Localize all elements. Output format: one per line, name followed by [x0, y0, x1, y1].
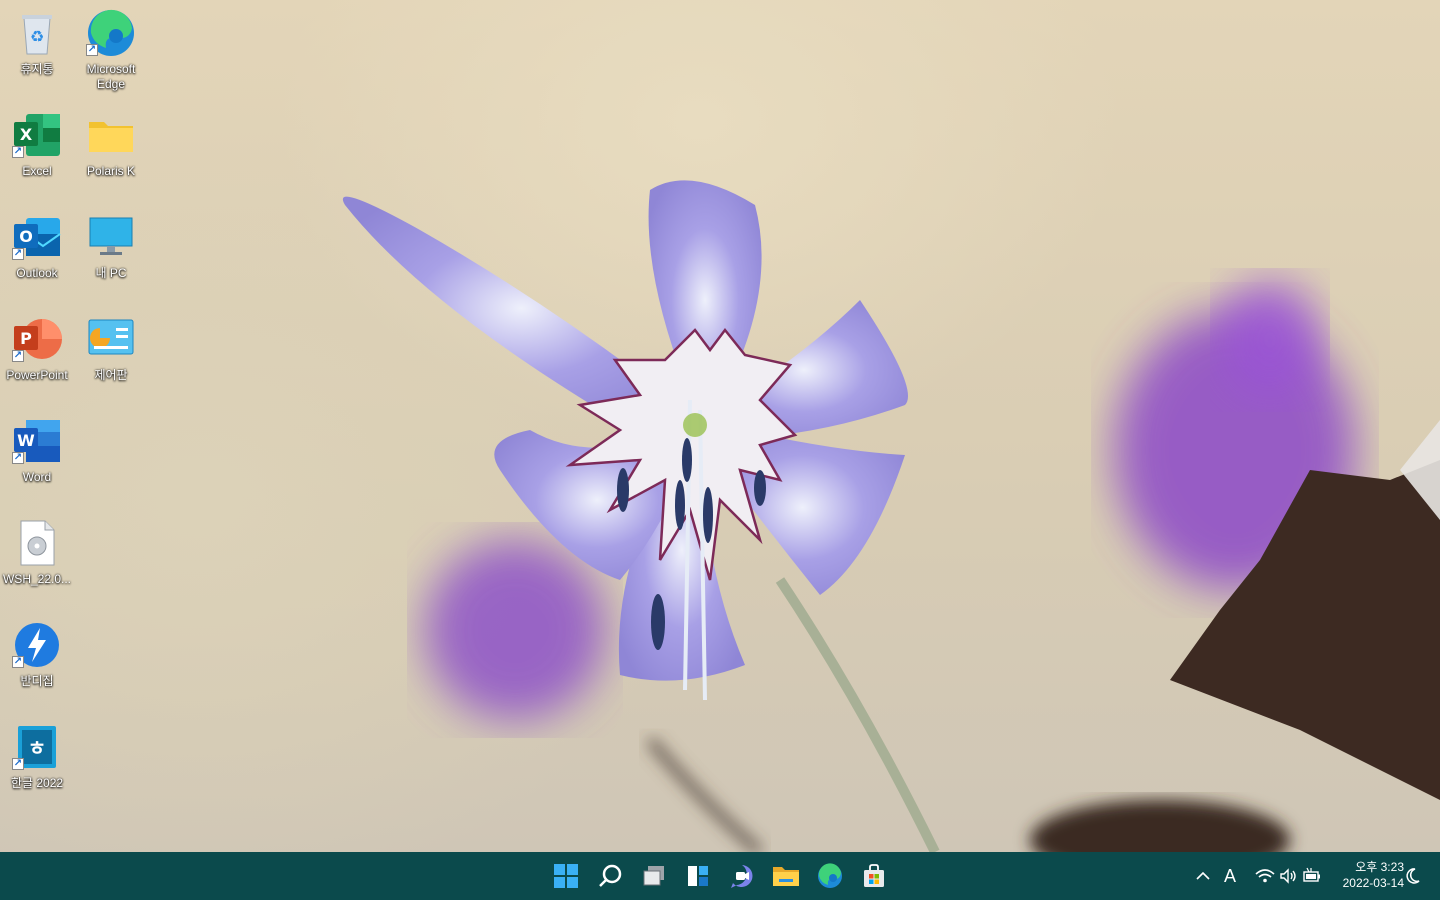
- start-icon: [554, 864, 578, 888]
- monitor-icon: [86, 212, 136, 262]
- desktop-icon-bandizip[interactable]: ↗ 반디집: [0, 616, 74, 712]
- shortcut-arrow-icon: ↗: [86, 44, 98, 56]
- outlook-icon: O ↗: [12, 212, 62, 262]
- shortcut-arrow-icon: ↗: [12, 656, 24, 668]
- desktop-icon-microsoft-edge[interactable]: ↗ Microsoft Edge: [74, 4, 148, 100]
- desktop-icon-outlook[interactable]: O ↗ Outlook: [0, 208, 74, 304]
- store-button[interactable]: [854, 856, 894, 896]
- start-button[interactable]: [546, 856, 586, 896]
- desktop-icon-recycle-bin[interactable]: ♻ 휴지통: [0, 4, 74, 100]
- desktop-icon-label: 휴지통: [20, 62, 54, 76]
- desktop-icon-label: Excel: [22, 164, 52, 178]
- widgets-icon: [688, 866, 708, 886]
- desktop-icon-excel[interactable]: X ↗ Excel: [0, 106, 74, 202]
- desktop-icon-label: WSH_22.0...: [2, 572, 72, 586]
- chat-icon: [731, 865, 753, 888]
- desktop-icon-label: PowerPoint: [6, 368, 68, 382]
- battery-icon: [1303, 867, 1320, 882]
- svg-text:♻: ♻: [30, 27, 44, 46]
- task-view-icon: [643, 866, 664, 886]
- input-method-indicator[interactable]: A: [1219, 864, 1241, 888]
- bandizip-icon: ↗: [12, 620, 62, 670]
- shortcut-arrow-icon: ↗: [12, 146, 24, 158]
- edge-taskbar-button[interactable]: [810, 856, 850, 896]
- svg-text:X: X: [20, 125, 33, 144]
- desktop-icon-word[interactable]: W ↗ Word: [0, 412, 74, 508]
- quick-settings-button[interactable]: [1250, 864, 1326, 888]
- clock-button[interactable]: 오후 3:23 2022-03-14: [1326, 859, 1404, 891]
- edge-icon: [818, 863, 842, 888]
- desktop-icon-control-panel[interactable]: 제어판: [74, 310, 148, 406]
- search-button[interactable]: [590, 856, 630, 896]
- desktop-icon-label: Polaris K: [86, 164, 136, 178]
- store-icon: [864, 864, 884, 887]
- focus-assist-moon-icon: [1406, 868, 1420, 884]
- notifications-button[interactable]: [1402, 864, 1424, 888]
- powerpoint-icon: P ↗: [12, 314, 62, 364]
- volume-icon: [1280, 868, 1296, 884]
- disc-image-file-icon: [12, 518, 62, 568]
- shortcut-arrow-icon: ↗: [12, 248, 24, 260]
- task-view-button[interactable]: [634, 856, 674, 896]
- wifi-icon: [1255, 869, 1275, 883]
- svg-text:O: O: [19, 227, 33, 246]
- desktop-icon-label: Word: [22, 470, 52, 484]
- desktop-icon-label: 내 PC: [95, 266, 127, 280]
- widgets-button[interactable]: [678, 856, 718, 896]
- svg-text:W: W: [17, 431, 35, 450]
- desktop-icon-wsh-file[interactable]: WSH_22.0...: [0, 514, 74, 610]
- desktop-icon-label: 한글 2022: [10, 776, 64, 790]
- desktop-icon-label: 반디집: [20, 674, 54, 688]
- network-volume-battery-icons: [1255, 867, 1320, 884]
- svg-text:ㅎ: ㅎ: [28, 736, 46, 760]
- recycle-bin-icon: ♻: [12, 8, 62, 58]
- desktop-icon-polaris-k[interactable]: Polaris K: [74, 106, 148, 202]
- excel-icon: X ↗: [12, 110, 62, 160]
- shortcut-arrow-icon: ↗: [12, 758, 24, 770]
- svg-text:P: P: [20, 329, 32, 348]
- clock-time: 오후 3:23: [1355, 860, 1404, 874]
- file-explorer-button[interactable]: [766, 856, 806, 896]
- desktop-icon-hwp-2022[interactable]: ㅎ ↗ 한글 2022: [0, 718, 74, 814]
- desktop-icon-label: Microsoft Edge: [86, 62, 136, 91]
- desktop-icon-label: 제어판: [94, 368, 128, 382]
- chat-button[interactable]: [722, 856, 762, 896]
- desktop-icon-powerpoint[interactable]: P ↗ PowerPoint: [0, 310, 74, 406]
- desktop-icon-my-pc[interactable]: 내 PC: [74, 208, 148, 304]
- desktop-icon-label: Outlook: [16, 266, 58, 280]
- folder-icon: [86, 110, 136, 160]
- edge-icon: ↗: [86, 8, 136, 58]
- clock-date: 2022-03-14: [1342, 876, 1404, 890]
- hwp-icon: ㅎ ↗: [12, 722, 62, 772]
- taskbar: A 오후 3:23 2022-03-14: [0, 852, 1440, 900]
- file-explorer-icon: [773, 867, 799, 886]
- show-hidden-icons-button[interactable]: [1192, 864, 1214, 888]
- control-panel-icon: [86, 314, 136, 364]
- search-icon: [599, 864, 622, 887]
- shortcut-arrow-icon: ↗: [12, 452, 24, 464]
- shortcut-arrow-icon: ↗: [12, 350, 24, 362]
- word-icon: W ↗: [12, 416, 62, 466]
- chevron-up-icon: [1196, 871, 1210, 880]
- desktop-wallpaper: [0, 0, 1440, 852]
- wallpaper-flower-image: [342, 180, 1440, 852]
